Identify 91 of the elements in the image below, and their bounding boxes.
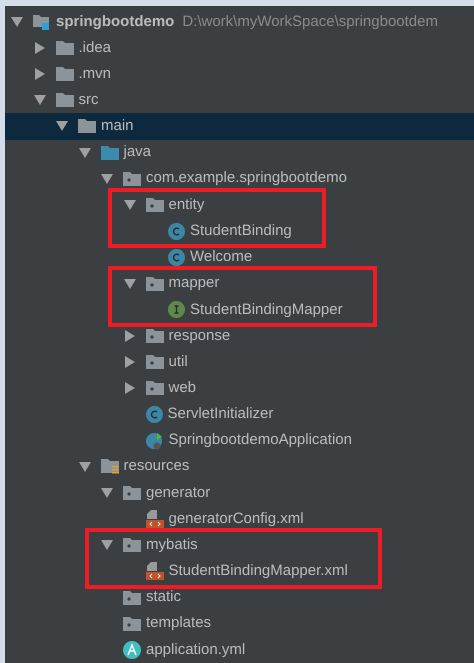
tree-item-label: resources	[124, 456, 190, 476]
tree-row[interactable]: static	[5, 584, 474, 611]
tree-row[interactable]: util	[5, 349, 474, 376]
tree-row[interactable]: java	[5, 140, 474, 166]
collapsed-arrow-icon[interactable]	[34, 42, 46, 54]
tree-row[interactable]: .idea	[5, 35, 474, 62]
tree-row[interactable]: resources	[5, 454, 474, 480]
tree-row[interactable]: generatorConfig.xml	[5, 506, 474, 532]
tree-item-label: Welcome	[190, 247, 252, 268]
package-folder-icon	[123, 172, 141, 186]
tree-row[interactable]: StudentBindingMapper.xml	[89, 558, 348, 585]
resources-folder-icon	[100, 458, 118, 475]
xml-file-icon	[146, 510, 164, 528]
expanded-arrow-icon[interactable]	[11, 16, 23, 28]
expanded-arrow-icon[interactable]	[101, 172, 113, 185]
expanded-arrow-icon[interactable]	[56, 120, 68, 132]
package-folder-icon	[146, 276, 164, 291]
folder-icon	[78, 119, 96, 134]
tree-item-label: mapper	[168, 273, 220, 294]
folder-icon	[56, 67, 74, 82]
spring-app-icon	[146, 432, 164, 450]
tree-row[interactable]: mapper	[112, 270, 343, 297]
tree-row[interactable]: com.example.springbootdemo	[5, 166, 474, 192]
package-folder-icon	[123, 616, 141, 631]
module-folder-icon	[33, 14, 51, 30]
tree-item-label: .idea	[78, 38, 112, 58]
tree-row[interactable]: response	[5, 323, 474, 350]
tree-item-label: java	[124, 142, 152, 162]
project-path: D:\work\myWorkSpace\springbootdem	[182, 12, 438, 32]
yml-file-icon	[123, 640, 141, 659]
package-folder-icon	[123, 538, 141, 552]
package-folder-icon	[123, 590, 141, 605]
collapsed-arrow-icon[interactable]	[124, 382, 136, 394]
package-folder-icon	[146, 381, 164, 396]
tree-row[interactable]: StudentBindingMapper	[112, 296, 343, 324]
tree-item-label: response	[168, 326, 230, 346]
tree-item-label: ServletInitializer	[168, 404, 274, 424]
tree-item-label: generatorConfig.xml	[168, 508, 304, 529]
tree-item-label: web	[168, 378, 196, 398]
package-folder-icon	[146, 355, 164, 370]
collapsed-arrow-icon[interactable]	[124, 330, 136, 342]
tree-item-label: springbootdemo	[56, 12, 174, 32]
tree-row[interactable]: springbootdemo D:\work\myWorkSpace\springbootdem	[5, 9, 474, 36]
interface-icon	[168, 301, 185, 318]
tree-item-label: SpringbootdemoApplication	[168, 430, 352, 450]
tree-item-label: StudentBinding	[190, 220, 292, 241]
expanded-arrow-icon[interactable]	[78, 146, 90, 159]
class-icon	[146, 406, 162, 423]
expanded-arrow-icon[interactable]	[101, 486, 113, 499]
expanded-arrow-icon[interactable]	[124, 278, 136, 290]
class-icon	[168, 222, 185, 240]
tree-item-label: src	[78, 90, 98, 110]
package-folder-icon	[123, 486, 141, 500]
tree-row[interactable]: mybatis	[89, 532, 348, 558]
tree-row[interactable]: ServletInitializer	[5, 401, 474, 428]
tree-row[interactable]: web	[5, 375, 474, 402]
tree-row[interactable]: templates	[5, 610, 474, 637]
expanded-arrow-icon[interactable]	[78, 460, 90, 473]
folder-icon	[56, 41, 74, 56]
expanded-arrow-icon[interactable]	[101, 539, 113, 552]
xml-file-icon	[146, 562, 164, 580]
tree-item-label: application.yml	[146, 640, 246, 660]
tree-item-label: .mvn	[78, 64, 112, 84]
tree-row[interactable]: main	[5, 113, 474, 140]
tree-row[interactable]: SpringbootdemoApplication	[5, 428, 474, 454]
tree-item-label: mybatis	[146, 534, 198, 555]
tree-row[interactable]: StudentBinding	[112, 218, 292, 244]
tree-item-label: static	[146, 587, 182, 608]
package-folder-icon	[146, 329, 164, 344]
package-folder-icon	[146, 198, 164, 212]
class-icon	[168, 248, 185, 266]
collapsed-arrow-icon[interactable]	[34, 68, 46, 80]
tree-row[interactable]: Welcome	[5, 244, 474, 270]
tree-row[interactable]: .mvn	[5, 61, 474, 88]
tree-item-label: StudentBindingMapper.xml	[168, 561, 348, 582]
tree-row[interactable]: generator	[5, 480, 474, 506]
folder-icon	[56, 93, 74, 108]
tree-row[interactable]: src	[5, 87, 474, 114]
tree-item-label: entity	[168, 194, 204, 215]
tree-row[interactable]: application.yml	[5, 636, 474, 663]
expanded-arrow-icon[interactable]	[34, 94, 46, 106]
tree-item-label: main	[101, 116, 134, 136]
tree-row[interactable]: entity	[112, 192, 292, 218]
tree-item-label: StudentBindingMapper	[190, 300, 343, 320]
expanded-arrow-icon[interactable]	[124, 198, 136, 211]
tree-item-label: util	[168, 352, 188, 372]
folder-icon	[100, 146, 118, 160]
tree-item-label: generator	[146, 482, 210, 503]
tree-item-label: com.example.springbootdemo	[146, 168, 347, 188]
collapsed-arrow-icon[interactable]	[124, 356, 136, 368]
tree-item-label: templates	[146, 613, 212, 634]
